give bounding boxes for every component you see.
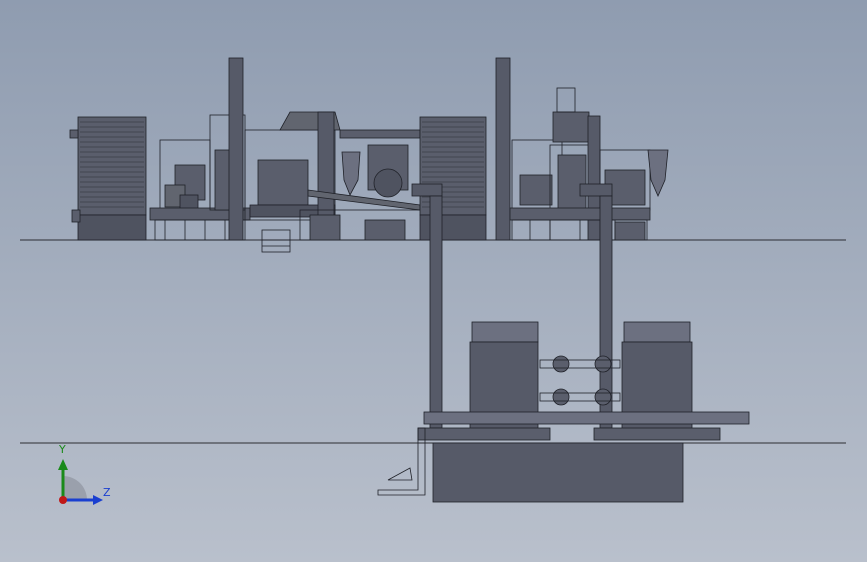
right-chimney [495,57,511,241]
right-riser-elbow [579,183,613,197]
z-axis-label: Z [103,486,111,499]
pump-4 [594,388,612,406]
pump-2 [552,388,570,406]
pump-1 [552,355,570,373]
triad-quadrant [63,476,87,500]
coordinate-triad [58,459,103,505]
left-riser-pipe [429,195,443,429]
pump-3 [594,355,612,373]
left-cabinet-base [77,214,147,241]
left-ladder [261,229,291,253]
lower-manifold-beam [423,411,750,425]
lower-left-stair [377,427,426,496]
cad-model-canvas[interactable] [0,0,867,562]
lower-left-cabinet-top [471,321,539,343]
left-chimney [228,57,244,241]
y-axis-label: Y [59,443,66,456]
lower-foundation-block [432,442,684,503]
graphics-viewport[interactable]: Y Z [0,0,867,562]
left-riser-elbow [411,183,443,197]
triad-origin [59,496,67,504]
upper-plant-assembly [69,57,669,253]
lower-right-cabinet-top [623,321,691,343]
